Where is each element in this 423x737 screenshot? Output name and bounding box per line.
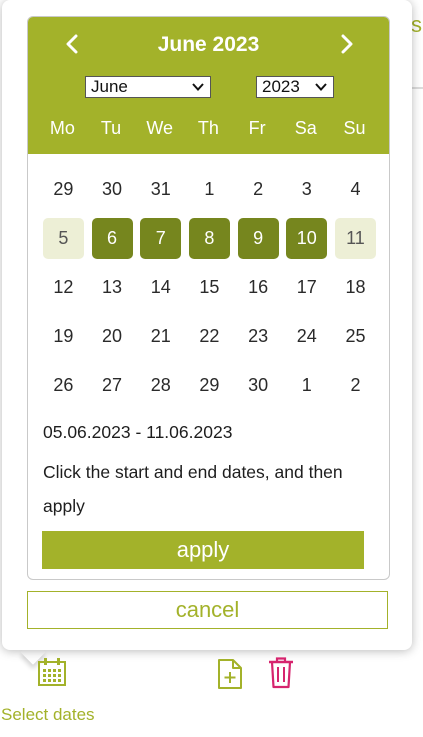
background-tab-fragment: s: [411, 12, 422, 37]
day-grid: 29 30 31 1 2 3 4 5 6 7 8 9 10 11 12 13 1…: [39, 165, 380, 410]
chevron-down-icon: [315, 83, 327, 91]
day-cell[interactable]: 2: [234, 165, 283, 214]
month-select-value: June: [91, 77, 128, 96]
day-cell[interactable]: 30: [234, 361, 283, 410]
day-cell[interactable]: 14: [136, 263, 185, 312]
day-cell[interactable]: 4: [331, 165, 380, 214]
year-select-value: 2023: [262, 77, 300, 96]
chevron-right-icon: [341, 34, 353, 54]
next-month-button[interactable]: [332, 29, 362, 59]
calendar: June 2023 June 2023 Mo Tu We Th Fr Sa Su…: [27, 16, 390, 580]
day-cell[interactable]: 29: [39, 165, 88, 214]
day-cell[interactable]: 13: [88, 263, 137, 312]
day-cell[interactable]: 31: [136, 165, 185, 214]
day-cell[interactable]: 25: [331, 312, 380, 361]
day-cell[interactable]: 17: [282, 263, 331, 312]
day-cell[interactable]: 27: [88, 361, 137, 410]
chevron-down-icon: [192, 83, 204, 91]
day-cell[interactable]: 24: [282, 312, 331, 361]
year-select[interactable]: 2023: [256, 76, 334, 98]
day-cell[interactable]: 26: [39, 361, 88, 410]
day-cell[interactable]: 30: [88, 165, 137, 214]
date-range-popover: June 2023 June 2023 Mo Tu We Th Fr Sa Su…: [2, 0, 412, 650]
weekday-label: Sa: [294, 118, 317, 138]
calendar-header: June 2023 June 2023 Mo Tu We Th Fr Sa Su: [28, 17, 389, 154]
day-cell[interactable]: 21: [136, 312, 185, 361]
day-cell[interactable]: 1: [185, 165, 234, 214]
day-cell[interactable]: 28: [136, 361, 185, 410]
weekday-label: Fr: [248, 118, 266, 138]
day-cell[interactable]: 22: [185, 312, 234, 361]
file-add-icon[interactable]: [217, 658, 243, 690]
weekday-header-row: Mo Tu We Th Fr Sa Su: [38, 118, 379, 142]
day-cell-in-range[interactable]: 6: [88, 214, 137, 263]
day-cell-range-end[interactable]: 11: [331, 214, 380, 263]
day-cell[interactable]: 19: [39, 312, 88, 361]
day-cell[interactable]: 3: [282, 165, 331, 214]
weekday-label: Mo: [49, 118, 75, 138]
day-cell[interactable]: 20: [88, 312, 137, 361]
select-dates-label[interactable]: Select dates: [1, 705, 95, 725]
day-cell-in-range[interactable]: 8: [185, 214, 234, 263]
day-cell[interactable]: 18: [331, 263, 380, 312]
day-cell[interactable]: 15: [185, 263, 234, 312]
instruction-text: Click the start and end dates, and then …: [43, 462, 343, 516]
day-cell-range-start[interactable]: 5: [39, 214, 88, 263]
month-select[interactable]: June: [85, 76, 211, 98]
weekday-label: Tu: [100, 118, 122, 138]
day-cell[interactable]: 2: [331, 361, 380, 410]
weekday-label: Su: [343, 118, 366, 138]
day-cell-in-range[interactable]: 10: [282, 214, 331, 263]
day-cell[interactable]: 29: [185, 361, 234, 410]
cancel-button[interactable]: cancel: [27, 591, 388, 629]
day-cell[interactable]: 16: [234, 263, 283, 312]
day-cell-in-range[interactable]: 9: [234, 214, 283, 263]
trash-icon[interactable]: [267, 656, 295, 690]
selected-range-text: 05.06.2023 - 11.06.2023: [43, 422, 233, 442]
weekday-label: We: [146, 118, 174, 138]
day-cell-in-range[interactable]: 7: [136, 214, 185, 263]
day-cell[interactable]: 23: [234, 312, 283, 361]
weekday-label: Th: [197, 118, 219, 138]
day-cell[interactable]: 1: [282, 361, 331, 410]
calendar-icon[interactable]: [37, 656, 67, 688]
apply-button[interactable]: apply: [42, 531, 364, 569]
day-cell[interactable]: 12: [39, 263, 88, 312]
